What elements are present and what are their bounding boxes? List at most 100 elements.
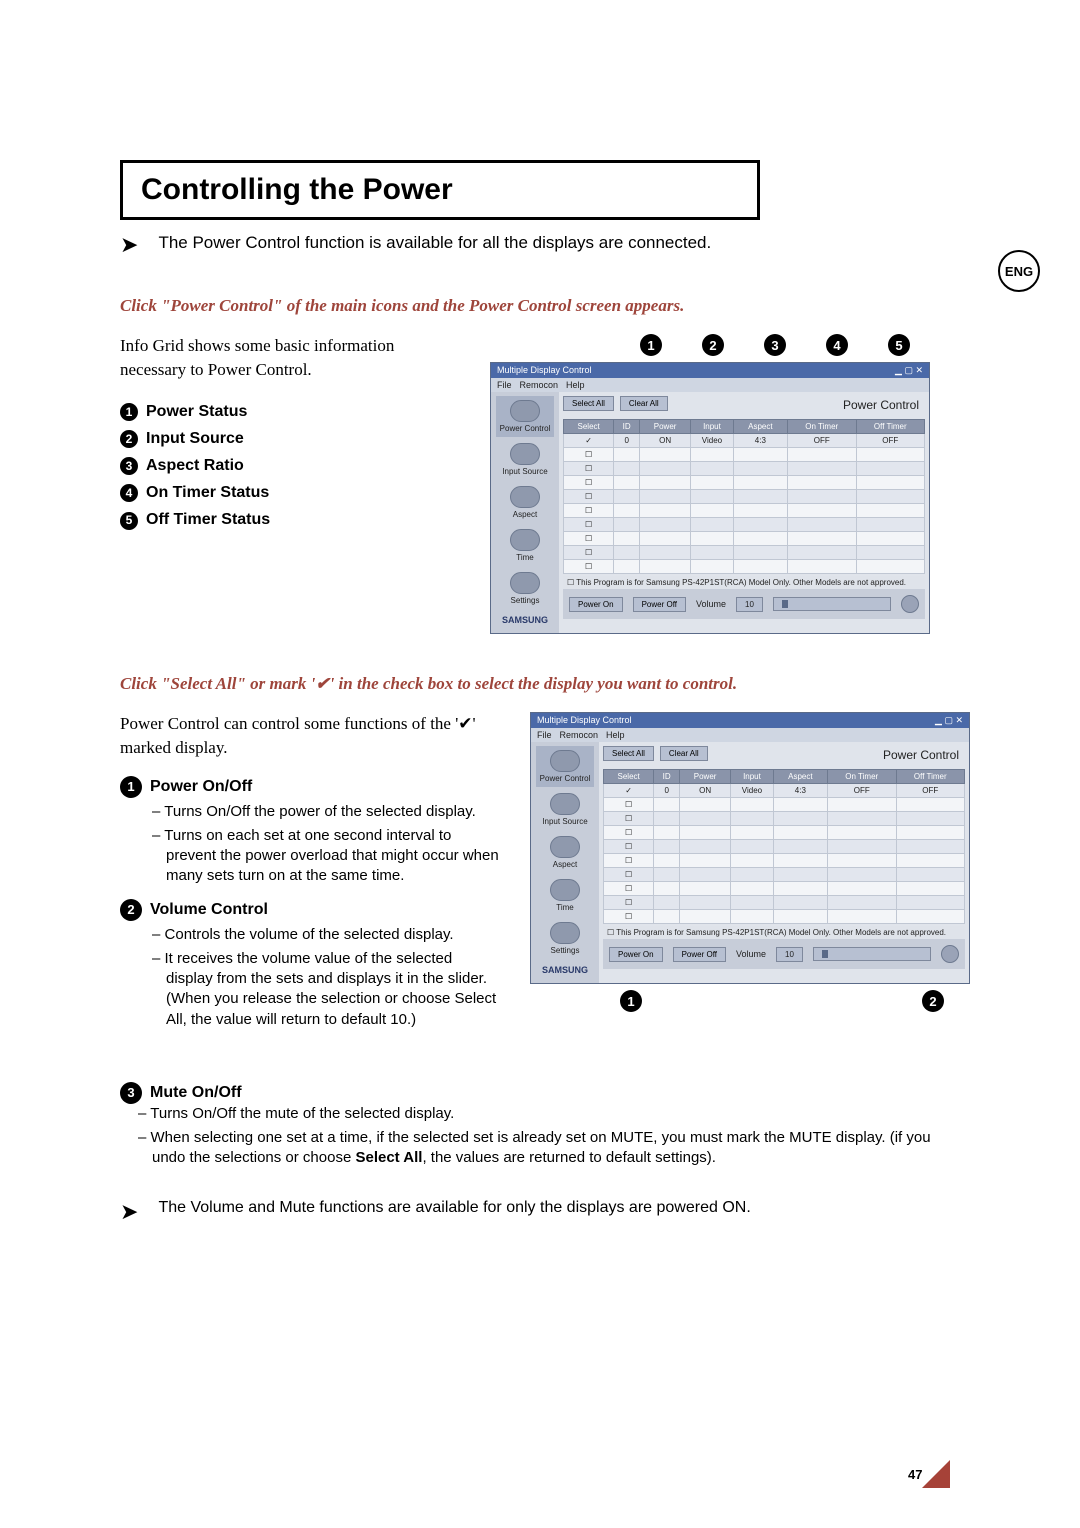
- cell-on-timer: OFF: [827, 784, 896, 798]
- window-controls-icon[interactable]: ▁ ▢ ✕: [895, 365, 923, 376]
- checkbox[interactable]: ☐: [604, 868, 654, 882]
- table-row[interactable]: ✓ 0 ON Video 4:3 OFF OFF: [604, 784, 965, 798]
- col-select: Select: [604, 770, 654, 784]
- table-row[interactable]: ☐: [564, 462, 925, 476]
- checkbox[interactable]: ☐: [604, 826, 654, 840]
- sidebar-aspect[interactable]: Aspect: [496, 482, 554, 523]
- sidebar-power-control[interactable]: Power Control: [536, 746, 594, 787]
- menu-help[interactable]: Help: [606, 730, 625, 740]
- sidebar-aspect[interactable]: Aspect: [536, 832, 594, 873]
- menu-file[interactable]: File: [497, 380, 512, 390]
- checkbox[interactable]: ☐: [564, 476, 614, 490]
- volume-slider[interactable]: [773, 597, 891, 611]
- checkbox[interactable]: ☐: [564, 448, 614, 462]
- power-off-button[interactable]: Power Off: [633, 597, 686, 612]
- intro-text: The Power Control function is available …: [158, 232, 711, 255]
- app-sidebar: Power Control Input Source Aspect Time S…: [491, 392, 559, 633]
- checkbox[interactable]: ☐: [564, 518, 614, 532]
- col-id: ID: [614, 420, 640, 434]
- table-row[interactable]: ☐: [604, 896, 965, 910]
- table-row[interactable]: ☐: [604, 826, 965, 840]
- section-2-left: Power Control can control some functions…: [120, 712, 500, 1042]
- checkbox[interactable]: ☐: [604, 798, 654, 812]
- table-row[interactable]: ☐: [604, 840, 965, 854]
- volume-value: 10: [776, 947, 803, 962]
- cell-input: Video: [691, 434, 734, 448]
- checkbox[interactable]: ☐: [564, 560, 614, 574]
- menu-help[interactable]: Help: [566, 380, 585, 390]
- checkbox[interactable]: ☐: [604, 812, 654, 826]
- power-on-button[interactable]: Power On: [609, 947, 663, 962]
- col-id: ID: [654, 770, 680, 784]
- clear-all-button[interactable]: Clear All: [620, 396, 668, 411]
- checkbox[interactable]: ☐: [604, 840, 654, 854]
- checkbox[interactable]: ☐: [604, 896, 654, 910]
- checkbox[interactable]: ☐: [604, 882, 654, 896]
- table-row[interactable]: ☐: [564, 560, 925, 574]
- table-row[interactable]: ☐: [604, 882, 965, 896]
- table-row[interactable]: ☐: [564, 518, 925, 532]
- callout-2: 2: [702, 334, 724, 356]
- sub-item: When selecting one set at a time, if the…: [120, 1128, 960, 1169]
- table-row[interactable]: ☐: [564, 476, 925, 490]
- table-row[interactable]: ☐: [604, 812, 965, 826]
- clear-all-button[interactable]: Clear All: [660, 746, 708, 761]
- table-row[interactable]: ☐: [604, 854, 965, 868]
- sidebar-power-control[interactable]: Power Control: [496, 396, 554, 437]
- select-all-button[interactable]: Select All: [603, 746, 654, 761]
- checkbox[interactable]: ✓: [604, 784, 654, 798]
- time-icon: [550, 879, 580, 901]
- checkbox[interactable]: ☐: [604, 910, 654, 924]
- table-row[interactable]: ☐: [564, 448, 925, 462]
- checkbox[interactable]: ☐: [564, 532, 614, 546]
- menu-remocon[interactable]: Remocon: [560, 730, 599, 740]
- panel-title: Power Control: [843, 398, 919, 412]
- table-row[interactable]: ☐: [604, 798, 965, 812]
- sidebar-settings[interactable]: Settings: [496, 568, 554, 609]
- checkbox[interactable]: ☐: [564, 504, 614, 518]
- table-row[interactable]: ☐: [564, 504, 925, 518]
- sidebar-label: Input Source: [502, 467, 547, 476]
- sub-item: Turns On/Off the power of the selected d…: [152, 802, 500, 822]
- sidebar-label: Time: [556, 903, 573, 912]
- sidebar-time[interactable]: Time: [496, 525, 554, 566]
- sidebar-input-source[interactable]: Input Source: [536, 789, 594, 830]
- app-window-2: Multiple Display Control ▁ ▢ ✕ File Remo…: [530, 712, 970, 984]
- sidebar-time[interactable]: Time: [536, 875, 594, 916]
- grid-header-row: Select ID Power Input Aspect On Timer Of…: [564, 420, 925, 434]
- table-row[interactable]: ☐: [604, 868, 965, 882]
- menu-remocon[interactable]: Remocon: [520, 380, 559, 390]
- power-off-button[interactable]: Power Off: [673, 947, 726, 962]
- select-all-button[interactable]: Select All: [563, 396, 614, 411]
- power-on-button[interactable]: Power On: [569, 597, 623, 612]
- menu-file[interactable]: File: [537, 730, 552, 740]
- window-controls-icon[interactable]: ▁ ▢ ✕: [935, 715, 963, 726]
- app-menu: File Remocon Help: [531, 728, 969, 742]
- sidebar-label: Power Control: [540, 774, 591, 783]
- checkbox[interactable]: ☐: [564, 546, 614, 560]
- volume-slider[interactable]: [813, 947, 931, 961]
- checkbox[interactable]: ☐: [604, 854, 654, 868]
- section-1-left: Info Grid shows some basic information n…: [120, 334, 460, 534]
- table-row[interactable]: ☐: [564, 532, 925, 546]
- sidebar-input-source[interactable]: Input Source: [496, 439, 554, 480]
- mute-button[interactable]: [901, 595, 919, 613]
- table-row[interactable]: ✓ 0 ON Video 4:3 OFF OFF: [564, 434, 925, 448]
- callout-b2: 2: [922, 990, 944, 1012]
- cell-input: Video: [731, 784, 774, 798]
- checkbox[interactable]: ☐: [564, 490, 614, 504]
- sidebar-settings[interactable]: Settings: [536, 918, 594, 959]
- desc2: Power Control can control some functions…: [120, 712, 500, 760]
- sub-item: Turns On/Off the mute of the selected di…: [120, 1104, 960, 1124]
- checkbox[interactable]: ✓: [564, 434, 614, 448]
- cell-power: ON: [680, 784, 731, 798]
- table-row[interactable]: ☐: [564, 546, 925, 560]
- col-input: Input: [691, 420, 734, 434]
- mute-button[interactable]: [941, 945, 959, 963]
- checkbox[interactable]: ☐: [564, 462, 614, 476]
- hint: ☐ This Program is for Samsung PS-42P1ST(…: [563, 576, 925, 589]
- page-number-text: 47: [908, 1467, 922, 1482]
- table-row[interactable]: ☐: [564, 490, 925, 504]
- detail-list-wide: 3Mute On/Off Turns On/Off the mute of th…: [120, 1082, 960, 1169]
- table-row[interactable]: ☐: [604, 910, 965, 924]
